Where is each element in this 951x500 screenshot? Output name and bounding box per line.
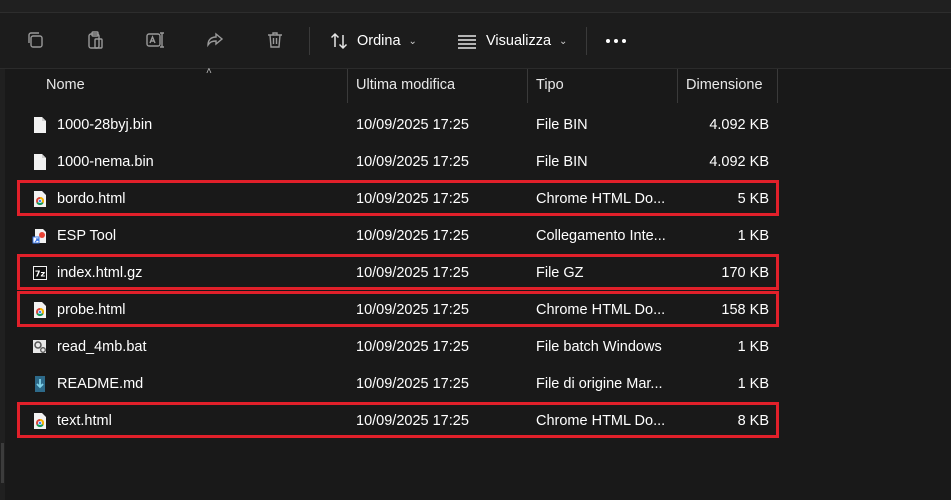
column-type-header[interactable]: Tipo — [536, 69, 564, 101]
column-divider[interactable] — [777, 69, 778, 103]
file-modified: 10/09/2025 17:25 — [356, 339, 469, 355]
file-size: 1 KB — [737, 228, 769, 244]
file-modified: 10/09/2025 17:25 — [356, 154, 469, 170]
file-row[interactable]: read_4mb.bat 10/09/2025 17:25 File batch W… — [20, 329, 780, 365]
sort-button[interactable]: Ordina ⌄ — [329, 28, 417, 54]
file-name-cell[interactable]: README.md — [32, 366, 352, 402]
file-row[interactable]: README.md 10/09/2025 17:25 File di origine… — [20, 366, 780, 402]
file-type: Chrome HTML Do... — [536, 302, 666, 318]
navigation-pane-edge — [0, 69, 5, 500]
paste-icon[interactable] — [84, 29, 106, 51]
file-name-cell[interactable]: 1000-nema.bin — [32, 144, 352, 180]
file-name: read_4mb.bat — [57, 339, 147, 355]
file-name-cell[interactable]: read_4mb.bat — [32, 329, 352, 365]
file-modified: 10/09/2025 17:25 — [356, 265, 469, 281]
column-size-header[interactable]: Dimensione — [686, 69, 763, 101]
share-icon[interactable] — [204, 29, 226, 51]
view-icon — [456, 31, 478, 51]
file-size: 4.092 KB — [709, 117, 769, 133]
chrome-icon — [32, 190, 48, 208]
file-modified: 10/09/2025 17:25 — [356, 376, 469, 392]
toolbar-separator — [309, 27, 310, 55]
file-name-cell[interactable]: 7z index.html.gz — [32, 255, 352, 291]
file-row[interactable]: 1000-nema.bin 10/09/2025 17:25 File BIN 4.0… — [20, 144, 780, 180]
file-name: text.html — [57, 413, 112, 429]
file-type: File GZ — [536, 265, 584, 281]
file-modified: 10/09/2025 17:25 — [356, 302, 469, 318]
column-divider[interactable] — [677, 69, 678, 103]
file-size: 170 KB — [721, 265, 769, 281]
rename-icon[interactable] — [144, 29, 166, 51]
file-row[interactable]: ESP Tool 10/09/2025 17:25 Collegamento Int… — [20, 218, 780, 254]
file-modified: 10/09/2025 17:25 — [356, 228, 469, 244]
command-bar: Ordina ⌄ Visualizza ⌄ — [0, 13, 951, 69]
file-row[interactable]: probe.html 10/09/2025 17:25 Chrome HTML Do… — [20, 292, 780, 328]
copy-icon[interactable] — [24, 29, 46, 51]
svg-text:7z: 7z — [35, 270, 46, 279]
sort-ascending-icon: ˄ — [206, 66, 212, 77]
file-name: index.html.gz — [57, 265, 143, 281]
file-name: bordo.html — [57, 191, 126, 207]
window-top-strip — [0, 0, 951, 13]
view-button[interactable]: Visualizza ⌄ — [456, 28, 567, 54]
delete-icon[interactable] — [264, 29, 286, 51]
column-header: Nome ˄ Ultima modifica Tipo Dimensione — [20, 66, 780, 103]
file-name-cell[interactable]: text.html — [32, 403, 352, 439]
file-size: 158 KB — [721, 302, 769, 318]
more-icon[interactable] — [606, 39, 626, 43]
file-name-cell[interactable]: ESP Tool — [32, 218, 352, 254]
file-row[interactable]: 7z index.html.gz 10/09/2025 17:25 File GZ 17… — [20, 255, 780, 291]
column-modified-header[interactable]: Ultima modifica — [356, 69, 455, 101]
column-name-header[interactable]: Nome — [46, 69, 85, 101]
file-type: File BIN — [536, 154, 588, 170]
file-size: 8 KB — [737, 413, 769, 429]
file-row[interactable]: 1000-28byj.bin 10/09/2025 17:25 File BIN 4.… — [20, 107, 780, 143]
file-row[interactable]: text.html 10/09/2025 17:25 Chrome HTML Do.… — [20, 403, 780, 439]
file-name: README.md — [57, 376, 144, 392]
7zip-icon: 7z — [32, 264, 48, 282]
file-type: Collegamento Inte... — [536, 228, 666, 244]
file-name: 1000-28byj.bin — [57, 117, 153, 133]
file-modified: 10/09/2025 17:25 — [356, 117, 469, 133]
file-type: File batch Windows — [536, 339, 662, 355]
file-size: 5 KB — [737, 191, 769, 207]
column-divider[interactable] — [527, 69, 528, 103]
file-type: File di origine Mar... — [536, 376, 663, 392]
sort-icon — [329, 31, 349, 51]
file-type: Chrome HTML Do... — [536, 413, 666, 429]
file-name: probe.html — [57, 302, 126, 318]
chrome-icon — [32, 301, 48, 319]
chevron-down-icon: ⌄ — [559, 35, 568, 47]
file-icon — [32, 153, 48, 171]
shortcut-icon — [32, 227, 48, 245]
file-name: ESP Tool — [57, 228, 117, 244]
chevron-down-icon: ⌄ — [408, 35, 417, 47]
file-name: 1000-nema.bin — [57, 154, 154, 170]
sort-label: Ordina — [357, 33, 401, 49]
toolbar-separator — [586, 27, 587, 55]
batch-icon — [32, 338, 48, 356]
file-size: 1 KB — [737, 376, 769, 392]
chrome-icon — [32, 412, 48, 430]
column-divider[interactable] — [347, 69, 348, 103]
file-name-cell[interactable]: probe.html — [32, 292, 352, 328]
file-row[interactable]: bordo.html 10/09/2025 17:25 Chrome HTML Do… — [20, 181, 780, 217]
file-modified: 10/09/2025 17:25 — [356, 413, 469, 429]
markdown-icon — [32, 375, 48, 393]
view-label: Visualizza — [486, 33, 552, 49]
file-type: File BIN — [536, 117, 588, 133]
file-name-cell[interactable]: 1000-28byj.bin — [32, 107, 352, 143]
file-icon — [32, 116, 48, 134]
file-size: 1 KB — [737, 339, 769, 355]
file-type: Chrome HTML Do... — [536, 191, 666, 207]
file-name-cell[interactable]: bordo.html — [32, 181, 352, 217]
file-modified: 10/09/2025 17:25 — [356, 191, 469, 207]
file-size: 4.092 KB — [709, 154, 769, 170]
scrollbar-thumb[interactable] — [1, 443, 4, 483]
